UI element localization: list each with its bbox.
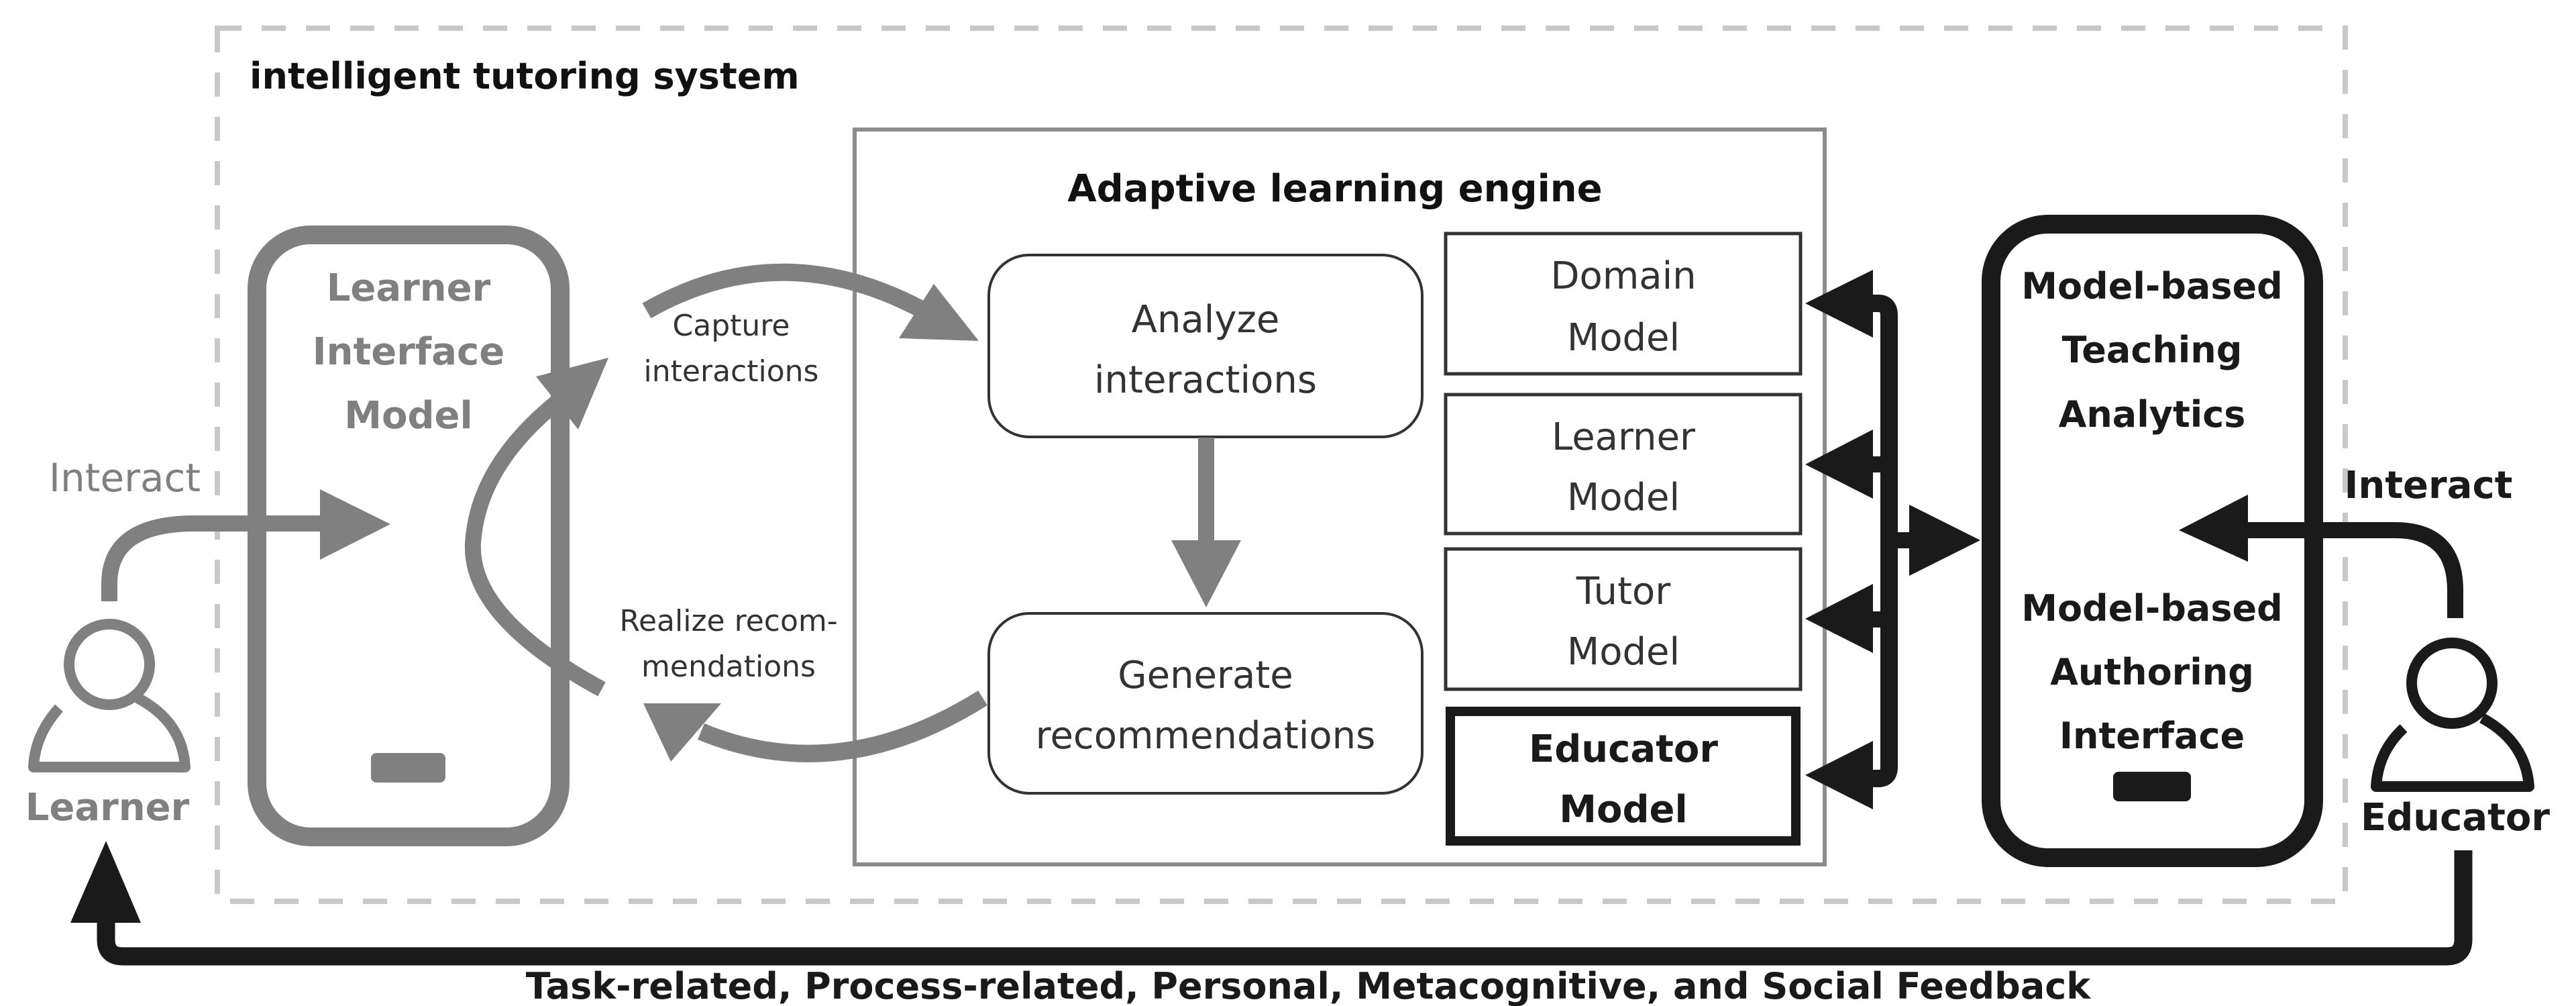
learner-model-line2: Model <box>1567 476 1680 519</box>
authoring-interface-line3: Interface <box>2059 715 2245 757</box>
learner-interface-device-button-icon <box>371 753 445 783</box>
teaching-analytics-line1: Model-based <box>2021 265 2283 307</box>
arrow-to-learner-model-icon <box>1805 430 1873 499</box>
domain-model-line1: Domain <box>1550 254 1696 298</box>
educator-interact-label: Interact <box>2345 464 2513 507</box>
teaching-analytics-line3: Analytics <box>2059 393 2246 436</box>
arrow-to-domain-model-icon <box>1805 270 1873 338</box>
analyze-label-line2: interactions <box>1094 358 1317 402</box>
generate-process-box <box>987 612 1424 795</box>
educator-head-icon <box>2406 638 2498 729</box>
educator-interact-arrowhead <box>2179 495 2248 562</box>
capture-label-line1: Capture <box>673 309 790 343</box>
arrow-to-educator-interface-icon <box>1909 505 1980 576</box>
arrow-to-educator-model-icon <box>1805 741 1873 809</box>
analyze-label-line1: Analyze <box>1132 298 1280 342</box>
authoring-interface-line2: Authoring <box>2050 651 2254 693</box>
engine-title: Adaptive learning engine <box>1067 167 1602 211</box>
analyze-to-generate-arrowhead <box>1171 540 1241 607</box>
tutor-model-line2: Model <box>1567 630 1680 674</box>
learner-actor-label: Learner <box>25 786 190 829</box>
realize-label-line1: Realize recom- <box>619 604 837 638</box>
its-diagram: intelligent tutoring system Adaptive lea… <box>25 26 2550 1006</box>
learner-interact-arrowhead <box>320 489 390 560</box>
generate-label-line1: Generate <box>1118 654 1293 697</box>
realize-recommendations-arrow <box>698 690 987 762</box>
analyze-to-generate-shaft <box>1198 438 1214 545</box>
tutor-model-line1: Tutor <box>1576 570 1671 613</box>
generate-label-line2: recommendations <box>1036 714 1376 758</box>
educator-interface-device-button-icon <box>2113 772 2191 801</box>
feedback-loop-arrowhead <box>70 841 141 923</box>
educator-interface-box <box>1982 215 2323 867</box>
educator-model-line1: Educator <box>1529 727 1718 771</box>
teaching-analytics-line2: Teaching <box>2062 329 2243 371</box>
arrow-to-tutor-model-icon <box>1805 584 1873 653</box>
learner-interface-line1: Learner <box>327 266 491 310</box>
realize-label-line2: mendations <box>641 650 816 684</box>
capture-label-line2: interactions <box>644 354 819 389</box>
model-connector-bus <box>1865 295 1898 787</box>
educator-model-line2: Model <box>1559 788 1687 832</box>
educator-actor-label: Educator <box>2361 796 2550 840</box>
analyze-process-box <box>987 254 1424 438</box>
learner-interact-label: Interact <box>49 455 201 501</box>
authoring-interface-line1: Model-based <box>2021 587 2283 630</box>
learner-interface-box <box>248 225 570 846</box>
feedback-label: Task-related, Process-related, Personal,… <box>526 965 2092 1006</box>
interface-loop-arrow <box>464 389 606 697</box>
system-title: intelligent tutoring system <box>250 55 800 97</box>
learner-model-line1: Learner <box>1552 415 1696 459</box>
learner-interface-line2: Interface <box>313 330 504 374</box>
domain-model-line2: Model <box>1567 316 1680 360</box>
learner-head-icon <box>64 619 155 710</box>
learner-interface-line3: Model <box>344 394 472 438</box>
